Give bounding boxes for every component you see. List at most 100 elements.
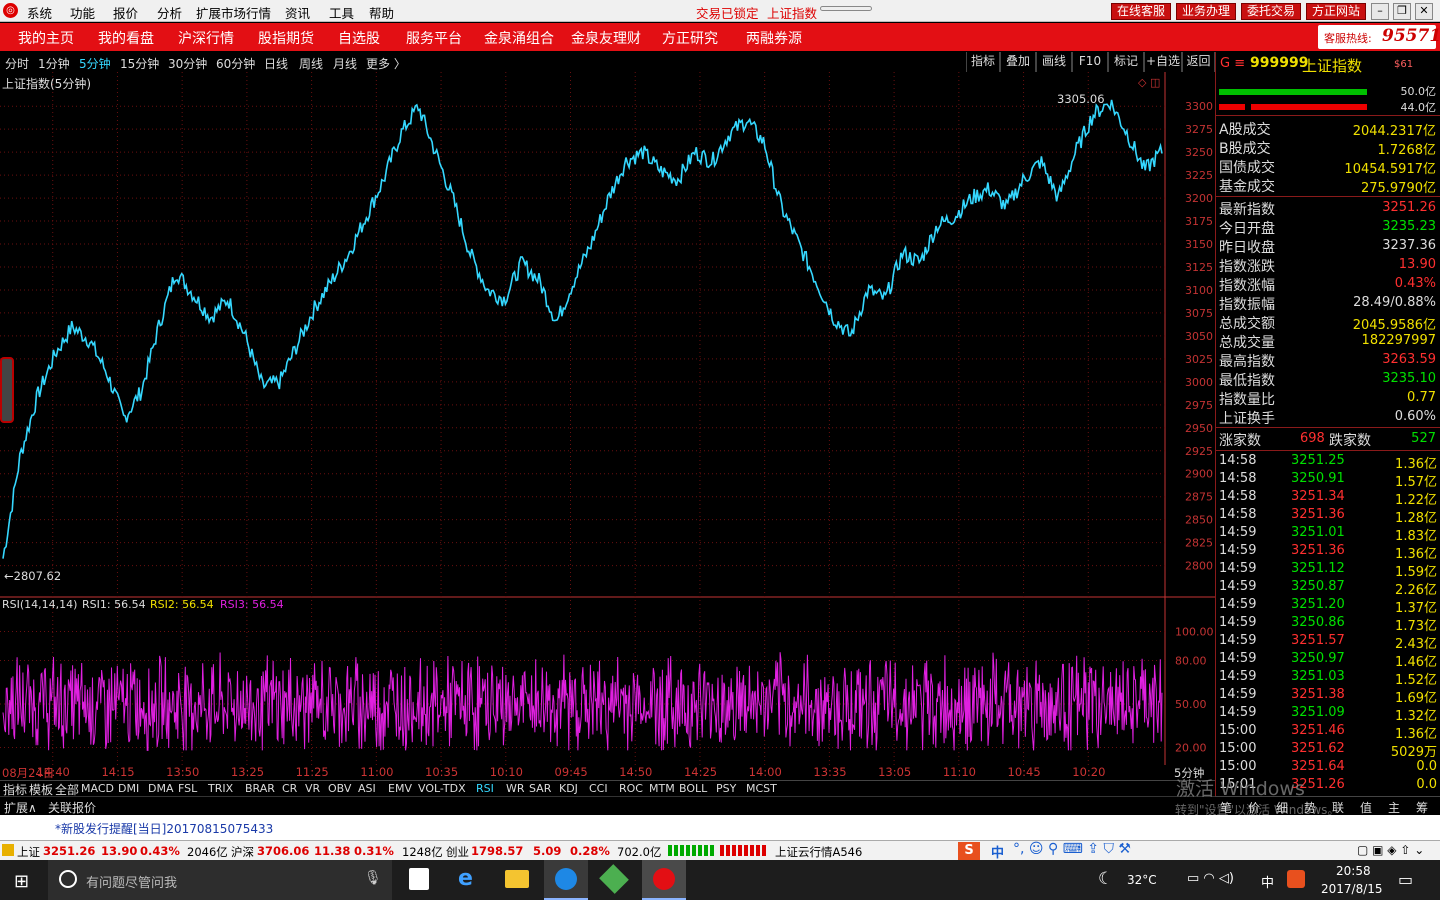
panel-tab[interactable]: 势 bbox=[1304, 799, 1316, 816]
ime-mode[interactable]: 中 bbox=[991, 842, 1004, 861]
news-headline[interactable]: *新股发行提醒[当日]20170815075433 bbox=[55, 820, 273, 837]
taskbar-ie[interactable] bbox=[544, 860, 588, 900]
menu-item[interactable]: 资讯 bbox=[285, 3, 310, 22]
app-green-icon[interactable] bbox=[599, 864, 629, 894]
nav-item[interactable]: 方正研究 bbox=[662, 28, 718, 48]
nav-item[interactable]: 两融券源 bbox=[746, 28, 802, 48]
business-button[interactable]: 业务办理 bbox=[1176, 3, 1237, 20]
minimize-icon[interactable]: – bbox=[1371, 3, 1389, 20]
nav-item[interactable]: 服务平台 bbox=[406, 28, 462, 48]
nav-item[interactable]: 金泉涌组合 bbox=[484, 28, 554, 48]
menu-item[interactable]: 功能 bbox=[70, 3, 95, 22]
close-icon[interactable]: ✕ bbox=[1415, 3, 1433, 20]
volume-slider[interactable] bbox=[820, 6, 872, 11]
toolbar-item[interactable]: 返回 bbox=[1182, 52, 1215, 72]
online-service-button[interactable]: 在线客服 bbox=[1111, 3, 1172, 20]
file-explorer-icon[interactable] bbox=[505, 870, 529, 888]
entrust-trade-button[interactable]: 委托交易 bbox=[1241, 3, 1302, 20]
nav-item[interactable]: 我的主页 bbox=[18, 28, 74, 48]
nav-item[interactable]: 自选股 bbox=[338, 28, 380, 48]
left-drawer-handle[interactable] bbox=[0, 357, 14, 423]
chart-title: 上证指数(5分钟) bbox=[2, 77, 91, 91]
menu-item[interactable]: 扩展市场行情 bbox=[196, 3, 271, 22]
indicator-tab-asi[interactable]: ASI bbox=[358, 782, 376, 795]
indicator-tab-mtm[interactable]: MTM bbox=[649, 782, 675, 795]
panel-tab[interactable]: 细 bbox=[1276, 799, 1288, 816]
period-1[interactable]: 分时 bbox=[5, 55, 29, 72]
sogou-ime-icon[interactable]: S bbox=[958, 842, 980, 860]
indicator-tab-dma[interactable]: DMA bbox=[148, 782, 174, 795]
period-10[interactable]: 更多 〉 bbox=[366, 55, 406, 72]
indicator-tab-emv[interactable]: EMV bbox=[388, 782, 412, 795]
indicator-tab-obv[interactable]: OBV bbox=[328, 782, 351, 795]
toolbar-item[interactable]: 标记 bbox=[1108, 52, 1144, 72]
notification-icon[interactable]: ▭ bbox=[1398, 870, 1413, 889]
indicator-tab-brar[interactable]: BRAR bbox=[245, 782, 275, 795]
indicator-tab-roc[interactable]: ROC bbox=[619, 782, 643, 795]
period-7[interactable]: 日线 bbox=[264, 55, 288, 72]
period-6[interactable]: 60分钟 bbox=[216, 55, 255, 72]
expand-button[interactable]: 扩展∧ bbox=[4, 799, 37, 816]
period-3[interactable]: 5分钟 bbox=[79, 55, 111, 72]
menu-item[interactable]: 分析 bbox=[157, 3, 182, 22]
period-5[interactable]: 30分钟 bbox=[168, 55, 207, 72]
panel-tab[interactable]: 主 bbox=[1388, 799, 1400, 816]
windows-start-icon[interactable]: ⊞ bbox=[14, 871, 29, 892]
chart-pin-icon[interactable]: ◇ ◫ bbox=[1138, 76, 1160, 89]
period-9[interactable]: 月线 bbox=[333, 55, 357, 72]
indicator-tab-cci[interactable]: CCI bbox=[589, 782, 608, 795]
edge-icon[interactable]: e bbox=[458, 866, 473, 891]
indicator-tab-cr[interactable]: CR bbox=[282, 782, 297, 795]
panel-tab[interactable]: 笔 bbox=[1220, 799, 1232, 816]
indicator-tab-macd[interactable]: MACD bbox=[81, 782, 114, 795]
panel-tab[interactable]: 价 bbox=[1248, 799, 1260, 816]
indicator-tab-sar[interactable]: SAR bbox=[529, 782, 551, 795]
sogou-tray-icon[interactable] bbox=[1287, 870, 1305, 888]
toolbar-item[interactable]: 指标 bbox=[966, 52, 1000, 72]
toolbar-item[interactable]: 画线 bbox=[1036, 52, 1072, 72]
indicator-tab-rsi[interactable]: RSI bbox=[476, 782, 494, 795]
indicator-tab-vr[interactable]: VR bbox=[305, 782, 320, 795]
indicator-tab-wr[interactable]: WR bbox=[506, 782, 525, 795]
menu-item[interactable]: 帮助 bbox=[369, 3, 394, 22]
indicator-tab-kdj[interactable]: KDJ bbox=[559, 782, 578, 795]
indicator-tab-vol-tdx[interactable]: VOL-TDX bbox=[418, 782, 466, 795]
store-icon[interactable] bbox=[409, 868, 429, 890]
tick-price: 3251.36 bbox=[1291, 507, 1345, 522]
indicator-tab-mcst[interactable]: MCST bbox=[746, 782, 777, 795]
restore-icon[interactable]: ❐ bbox=[1393, 3, 1411, 20]
tray-icons[interactable]: ▭ ◠ ◁) bbox=[1187, 871, 1234, 886]
nav-item[interactable]: 金泉友理财 bbox=[571, 28, 641, 48]
panel-tab[interactable]: 值 bbox=[1360, 799, 1372, 816]
nav-item[interactable]: 沪深行情 bbox=[178, 28, 234, 48]
toolbar-item[interactable]: 叠加 bbox=[1000, 52, 1036, 72]
kline-chart[interactable]: 3300 3275 3250 3225 3200 3175 3150 3125 3100 3075… bbox=[0, 72, 1215, 765]
taskbar-ime[interactable]: 中 bbox=[1261, 872, 1274, 891]
menu-item[interactable]: 系统 bbox=[27, 3, 52, 22]
indicator-tab-psy[interactable]: PSY bbox=[716, 782, 736, 795]
period-8[interactable]: 周线 bbox=[299, 55, 323, 72]
panel-tab[interactable]: 筹 bbox=[1416, 799, 1428, 816]
panel-tab[interactable]: 联 bbox=[1332, 799, 1344, 816]
tick-time: 14:59 bbox=[1219, 561, 1257, 576]
nav-item[interactable]: 股指期货 bbox=[258, 28, 314, 48]
ime-tools-icon[interactable]: °, ☺ ⚲ ⌨ ⇪ ⛉ ⚒ bbox=[1013, 841, 1131, 857]
website-button[interactable]: 方正网站 bbox=[1306, 3, 1367, 20]
menu-item[interactable]: 工具 bbox=[329, 3, 354, 22]
taskbar-founder[interactable] bbox=[642, 860, 686, 900]
nav-item[interactable]: 我的看盘 bbox=[98, 28, 154, 48]
indicator-tab-fsl[interactable]: FSL bbox=[178, 782, 197, 795]
status-tray-icons[interactable]: ▢ ▣ ◈ ⇧ ⌄ bbox=[1357, 843, 1424, 857]
period-4[interactable]: 15分钟 bbox=[120, 55, 159, 72]
indicator-tab-boll[interactable]: BOLL bbox=[679, 782, 707, 795]
cy-value: 1798.57 bbox=[471, 844, 524, 858]
indicator-tab-trix[interactable]: TRIX bbox=[208, 782, 233, 795]
microphone-icon[interactable]: 🎙 bbox=[364, 870, 382, 886]
period-2[interactable]: 1分钟 bbox=[38, 55, 70, 72]
menu-item[interactable]: 报价 bbox=[113, 3, 138, 22]
indicator-tab-dmi[interactable]: DMI bbox=[118, 782, 139, 795]
toolbar-item[interactable]: +自选 bbox=[1144, 52, 1182, 72]
taskbar-search[interactable]: 有问题尽管问我 🎙 bbox=[48, 860, 392, 900]
related-quotes-button[interactable]: 关联报价 bbox=[48, 799, 96, 816]
toolbar-item[interactable]: F10 bbox=[1072, 52, 1108, 72]
